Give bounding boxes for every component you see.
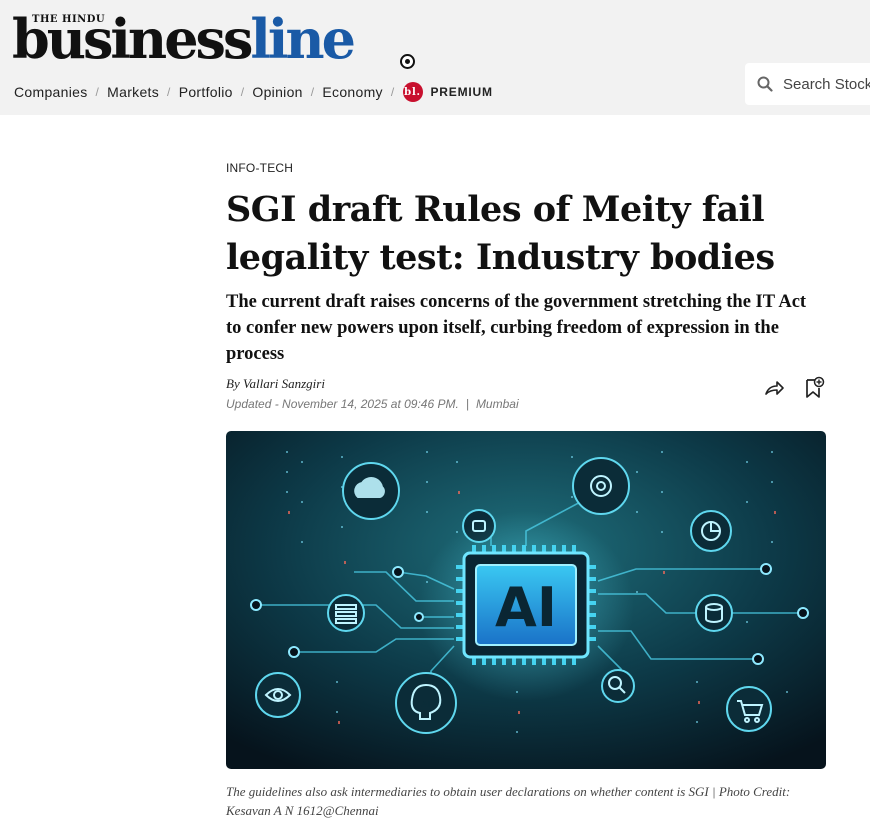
businessline-logo[interactable]: businessline THE HINDU — [12, 8, 415, 72]
main-nav: Companies / Markets / Portfolio / Opinio… — [14, 82, 493, 102]
nav-opinion[interactable]: Opinion — [252, 84, 302, 100]
nav-markets[interactable]: Markets — [107, 84, 159, 100]
nav-economy[interactable]: Economy — [322, 84, 382, 100]
bookmark-button[interactable] — [802, 376, 826, 400]
search-icon — [757, 76, 773, 92]
premium-badge-icon: bl. — [402, 82, 423, 102]
article-actions — [762, 376, 826, 400]
share-icon — [765, 381, 784, 395]
article-subheadline: The current draft raises concerns of the… — [226, 292, 807, 364]
nav-companies[interactable]: Companies — [14, 84, 88, 100]
article-hero-image[interactable]: AI AI — [226, 431, 826, 769]
ai-circuit-illustration: AI AI — [226, 431, 826, 769]
article-headline: SGI draft Rules of Meity fail legality t… — [226, 189, 775, 278]
nav-premium[interactable]: bl. PREMIUM — [402, 82, 493, 102]
article-category[interactable]: INFO-TECH — [226, 161, 293, 175]
share-button[interactable] — [762, 376, 786, 400]
logo-dot — [400, 54, 415, 69]
site-header: businessline THE HINDU Companies / Marke… — [0, 0, 870, 115]
logo-the-hindu: THE HINDU — [32, 14, 106, 25]
nav-portfolio[interactable]: Portfolio — [179, 84, 233, 100]
image-caption: The guidelines also ask intermediaries t… — [226, 784, 791, 818]
hero-chip-label: AI — [495, 576, 557, 639]
updated-timestamp: Updated - November 14, 2025 at 09:46 PM. — [226, 397, 459, 411]
article-meta: Updated - November 14, 2025 at 09:46 PM.… — [226, 397, 519, 411]
search-input[interactable] — [783, 75, 870, 93]
stock-search-box[interactable] — [745, 63, 870, 105]
byline-prefix: By — [226, 376, 240, 391]
dateline-location: Mumbai — [475, 397, 519, 411]
premium-label: PREMIUM — [430, 85, 493, 99]
author-link[interactable]: Vallari Sanzgiri — [243, 376, 325, 391]
bookmark-add-icon — [806, 376, 825, 398]
svg-text:AI: AI — [421, 700, 430, 709]
article-byline: By Vallari Sanzgiri — [226, 376, 325, 392]
